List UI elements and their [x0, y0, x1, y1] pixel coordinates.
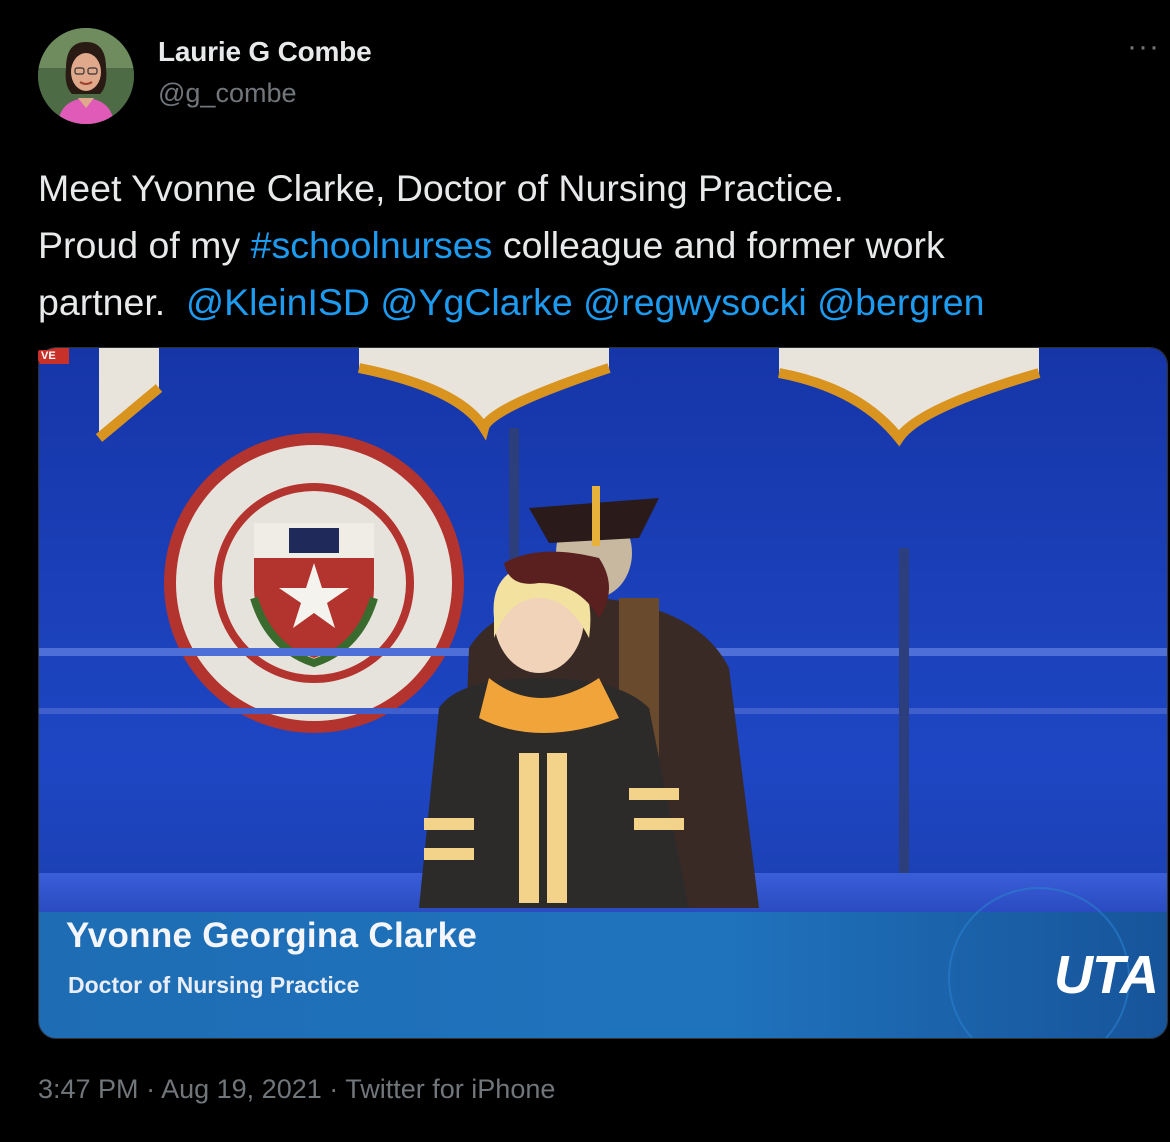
meta-separator: ·: [146, 1074, 156, 1104]
mention-link-bergren[interactable]: @bergren: [817, 281, 984, 323]
avatar-image: [38, 28, 134, 124]
university-seal: [164, 433, 464, 733]
tweet-text-fragment: Proud of my: [38, 224, 251, 266]
author-handle[interactable]: @g_combe: [158, 78, 371, 109]
tweet-line-2: Proud of my #schoolnurses colleague and …: [38, 217, 1163, 274]
author-display-name[interactable]: Laurie G Combe: [158, 36, 372, 68]
tweet-time[interactable]: 3:47 PM: [38, 1074, 139, 1104]
author-block: Laurie G Combe @g_combe: [158, 36, 372, 109]
mention-link-ygclarke[interactable]: @YgClarke: [380, 281, 572, 323]
lower-third-title: Doctor of Nursing Practice: [68, 972, 360, 998]
meta-separator: ·: [329, 1074, 339, 1104]
mention-link-regwysocki[interactable]: @regwysocki: [583, 281, 807, 323]
lower-third-name: Yvonne Georgina Clarke: [66, 916, 478, 955]
tweet-text-fragment: partner.: [38, 281, 187, 323]
hashtag-link[interactable]: #schoolnurses: [251, 224, 493, 266]
tweet-meta: 3:47 PM · Aug 19, 2021 · Twitter for iPh…: [38, 1074, 555, 1105]
tweet-text: Meet Yvonne Clarke, Doctor of Nursing Pr…: [38, 160, 1163, 331]
tweet-source[interactable]: Twitter for iPhone: [345, 1074, 555, 1104]
mention-link-kleinisd[interactable]: @KleinISD: [186, 281, 370, 323]
live-badge: VE: [38, 350, 59, 362]
tweet-line-3: partner. @KleinISD @YgClarke @regwysocki…: [38, 274, 1163, 331]
tweet-line-1: Meet Yvonne Clarke, Doctor of Nursing Pr…: [38, 167, 844, 209]
tweet-date[interactable]: Aug 19, 2021: [161, 1074, 322, 1104]
more-options-icon[interactable]: ···: [1127, 30, 1160, 64]
tweet-text-fragment: colleague and former work: [492, 224, 945, 266]
uta-logo: UTA: [1054, 945, 1159, 1005]
author-avatar[interactable]: [38, 28, 134, 124]
